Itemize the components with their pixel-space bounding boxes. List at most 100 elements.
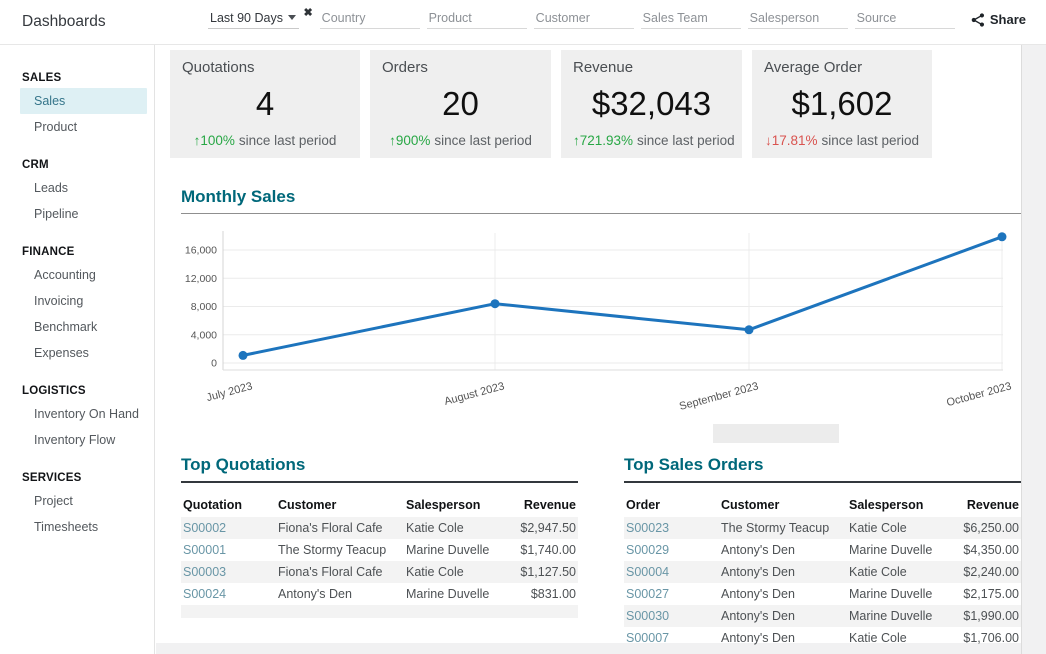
table-row: S00004Antony's DenKatie Cole$2,240.00 xyxy=(624,561,1021,583)
kpi-value: $1,602 xyxy=(764,87,920,122)
record-link[interactable]: S00024 xyxy=(181,583,276,605)
arrow-down-icon: ↓ xyxy=(765,133,772,148)
kpi-delta-suffix: since last period xyxy=(637,133,735,148)
product-filter-input[interactable] xyxy=(427,9,527,29)
sidebar-item-inventory-on-hand[interactable]: Inventory On Hand xyxy=(20,401,147,427)
column-header-salesperson: Salesperson xyxy=(404,494,514,517)
column-header-revenue: Revenue xyxy=(957,494,1021,517)
table-empty-row xyxy=(181,605,578,618)
column-header-salesperson: Salesperson xyxy=(847,494,957,517)
kpi-row: Quotations4↑100%since last periodOrders2… xyxy=(170,50,932,158)
sidebar-item-benchmark[interactable]: Benchmark xyxy=(20,314,147,340)
dashboard-sheet: Quotations4↑100%since last periodOrders2… xyxy=(156,45,1046,654)
kpi-card-quotations: Quotations4↑100%since last period xyxy=(170,50,360,158)
table-cell: Antony's Den xyxy=(719,583,847,605)
chart-title: Monthly Sales xyxy=(181,187,1021,214)
sidebar-item-product[interactable]: Product xyxy=(20,114,147,140)
record-link[interactable]: S00023 xyxy=(624,517,719,539)
record-link[interactable]: S00007 xyxy=(624,627,719,649)
data-point xyxy=(998,232,1007,241)
sales-team-filter-input[interactable] xyxy=(641,9,741,29)
table-cell: Antony's Den xyxy=(276,583,404,605)
y-tick-label: 0 xyxy=(211,358,217,370)
table-cell: Katie Cole xyxy=(404,561,514,583)
kpi-delta: ↑900%since last period xyxy=(382,133,539,148)
table-cell: $6,250.00 xyxy=(957,517,1021,539)
sidebar-section-title: FINANCE xyxy=(22,246,154,258)
record-link[interactable]: S00004 xyxy=(624,561,719,583)
table-row: S00002Fiona's Floral CafeKatie Cole$2,94… xyxy=(181,517,578,539)
top-quotations-section: Top Quotations QuotationCustomerSalesper… xyxy=(181,455,578,618)
table-header-row: OrderCustomerSalespersonRevenue xyxy=(624,494,1021,517)
table-cell: The Stormy Teacup xyxy=(719,517,847,539)
record-link[interactable]: S00003 xyxy=(181,561,276,583)
table-cell: Marine Duvelle xyxy=(404,539,514,561)
sidebar-item-invoicing[interactable]: Invoicing xyxy=(20,288,147,314)
chevron-down-icon xyxy=(288,15,296,20)
sidebar-item-sales[interactable]: Sales xyxy=(20,88,147,114)
table-cell: Antony's Den xyxy=(719,539,847,561)
close-icon[interactable]: ✖ xyxy=(303,6,312,19)
kpi-delta-percent: 900% xyxy=(396,133,431,148)
table-cell: $831.00 xyxy=(514,583,578,605)
sidebar-section-title: LOGISTICS xyxy=(22,385,154,397)
top-sales-orders-table: OrderCustomerSalespersonRevenueS00023The… xyxy=(624,494,1021,649)
table-cell: Marine Duvelle xyxy=(404,583,514,605)
sidebar-section-services: SERVICES ProjectTimesheets xyxy=(0,472,154,540)
x-tick-label: October 2023 xyxy=(945,380,1012,409)
record-link[interactable]: S00001 xyxy=(181,539,276,561)
table-row: S00029Antony's DenMarine Duvelle$4,350.0… xyxy=(624,539,1021,561)
table-cell: Marine Duvelle xyxy=(847,539,957,561)
y-tick-label: 12,000 xyxy=(185,273,217,285)
app-title: Dashboards xyxy=(22,13,106,31)
scrollbar-handle[interactable] xyxy=(713,424,839,443)
arrow-up-icon: ↑ xyxy=(389,133,396,148)
data-point xyxy=(491,299,500,308)
kpi-label: Quotations xyxy=(182,59,348,76)
record-link[interactable]: S00002 xyxy=(181,517,276,539)
table-row: S00007Antony's DenKatie Cole$1,706.00 xyxy=(624,627,1021,649)
source-filter-input[interactable] xyxy=(855,9,955,29)
record-link[interactable]: S00030 xyxy=(624,605,719,627)
country-filter-input[interactable] xyxy=(320,9,420,29)
kpi-delta: ↑100%since last period xyxy=(182,133,348,148)
sidebar-item-inventory-flow[interactable]: Inventory Flow xyxy=(20,427,147,453)
sidebar-item-timesheets[interactable]: Timesheets xyxy=(20,514,147,540)
kpi-card-orders: Orders20↑900%since last period xyxy=(370,50,551,158)
line-chart-svg: 04,0008,00012,00016,000July 2023August 2… xyxy=(181,223,1022,413)
x-tick-label: September 2023 xyxy=(678,380,760,413)
kpi-card-average-order: Average Order$1,602↓17.81%since last per… xyxy=(752,50,932,158)
sidebar-item-accounting[interactable]: Accounting xyxy=(20,262,147,288)
sidebar-item-expenses[interactable]: Expenses xyxy=(20,340,147,366)
kpi-card-revenue: Revenue$32,043↑721.93%since last period xyxy=(561,50,742,158)
topbar: Dashboards Last 90 Days ✖ Share xyxy=(0,0,1046,45)
table-cell: $1,990.00 xyxy=(957,605,1021,627)
x-tick-label: July 2023 xyxy=(205,380,254,404)
table-row: S00023The Stormy TeacupKatie Cole$6,250.… xyxy=(624,517,1021,539)
sidebar-section-title: SERVICES xyxy=(22,472,154,484)
table-row: S00001The Stormy TeacupMarine Duvelle$1,… xyxy=(181,539,578,561)
y-tick-label: 8,000 xyxy=(191,301,217,313)
monthly-sales-chart: 04,0008,00012,00016,000July 2023August 2… xyxy=(181,223,1022,413)
sidebar-section-crm: CRMLeadsPipeline xyxy=(0,159,154,227)
active-date-filter[interactable]: Last 90 Days ✖ xyxy=(208,9,313,27)
column-header-order: Order xyxy=(624,494,719,517)
table-header-row: QuotationCustomerSalespersonRevenue xyxy=(181,494,578,517)
sidebar-item-pipeline[interactable]: Pipeline xyxy=(20,201,147,227)
kpi-value: 20 xyxy=(382,87,539,122)
data-point xyxy=(239,351,248,360)
table-cell: Katie Cole xyxy=(847,561,957,583)
customer-filter-input[interactable] xyxy=(534,9,634,29)
sidebar-section-finance: FINANCE AccountingInvoicingBenchmarkExpen… xyxy=(0,246,154,366)
share-button[interactable]: Share xyxy=(971,12,1026,27)
data-point xyxy=(745,325,754,334)
record-link[interactable]: S00027 xyxy=(624,583,719,605)
sidebar-item-leads[interactable]: Leads xyxy=(20,175,147,201)
top-sales-orders-section: Top Sales Orders OrderCustomerSalesperso… xyxy=(624,455,1021,649)
sidebar-item-project[interactable]: Project xyxy=(20,488,147,514)
y-tick-label: 16,000 xyxy=(185,245,217,257)
salesperson-filter-input[interactable] xyxy=(748,9,848,29)
record-link[interactable]: S00029 xyxy=(624,539,719,561)
kpi-delta-suffix: since last period xyxy=(239,133,337,148)
kpi-delta-percent: 721.93% xyxy=(580,133,633,148)
